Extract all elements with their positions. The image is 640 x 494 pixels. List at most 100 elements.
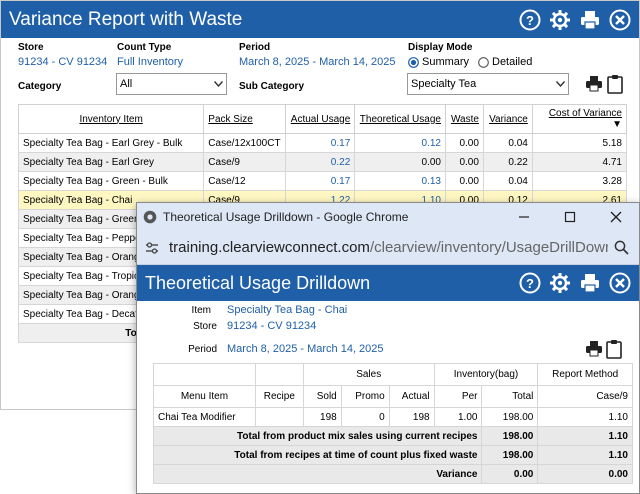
close-icon[interactable]	[607, 270, 633, 296]
cell-recipe	[254, 407, 304, 427]
print-icon[interactable]	[585, 75, 603, 93]
window-close-button[interactable]	[593, 203, 639, 231]
col-header-actual-usage[interactable]: Actual Usage	[284, 104, 356, 134]
chrome-icon	[143, 210, 157, 224]
cell-actual[interactable]: 0.17	[284, 133, 356, 153]
col-sold: Sold	[302, 385, 342, 408]
clipboard-icon[interactable]	[606, 339, 622, 359]
cell-cost: 4.71	[531, 152, 628, 172]
col-header-theoretical-usage[interactable]: Theoretical Usage	[354, 104, 446, 134]
table-row: Chai Tea Modifier 198 0 198 1.00 198.00 …	[153, 407, 633, 427]
cell-theoretical[interactable]: 0.12	[354, 133, 446, 153]
total-label: Total from product mix sales using curre…	[152, 426, 483, 446]
col-case: Case/9	[537, 385, 633, 408]
col-header-waste[interactable]: Waste	[444, 104, 484, 134]
cell-actual[interactable]: 0.22	[284, 152, 356, 172]
url-text[interactable]: training.clearviewconnect.com/clearview/…	[169, 239, 608, 256]
drilldown-titlebar: Theoretical Usage Drilldown ?	[137, 265, 639, 301]
col-header-pack-size[interactable]: Pack Size	[203, 104, 286, 134]
address-bar[interactable]: training.clearviewconnect.com/clearview/…	[137, 231, 639, 265]
category-select[interactable]: All	[116, 73, 227, 95]
count-type-value[interactable]: Full Inventory	[117, 56, 183, 68]
radio-selected-icon[interactable]	[408, 56, 419, 68]
table-row[interactable]: Specialty Tea Bag - Earl Grey - Bulk Cas…	[17, 133, 628, 153]
col-total: Total	[481, 385, 539, 408]
clipboard-icon[interactable]	[607, 74, 623, 94]
total-case: 1.10	[537, 426, 633, 446]
col-header-cost-of-variance[interactable]: Cost of Variance ▼	[531, 104, 628, 134]
table-row[interactable]: Specialty Tea Bag - Green - Bulk Case/12…	[17, 171, 628, 191]
group-header-row: Sales Inventory(bag) Report Method	[153, 363, 633, 386]
cell-theoretical: 0.00	[354, 152, 446, 172]
col-actual: Actual	[388, 385, 435, 408]
display-mode-label: Display Mode	[408, 42, 473, 53]
zoom-icon[interactable]	[608, 240, 639, 255]
period-value[interactable]: March 8, 2025 - March 14, 2025	[239, 56, 396, 68]
cell-total: 198.00	[481, 407, 539, 427]
cell-actual[interactable]: 0.17	[284, 171, 356, 191]
print-icon[interactable]	[585, 340, 603, 358]
total-value: 198.00	[481, 445, 539, 465]
total-label: Variance	[152, 464, 483, 484]
total-row-variance: Variance 0.00 0.00	[152, 464, 633, 484]
col-header-variance[interactable]: Variance	[482, 104, 533, 134]
column-header-row: Menu Item Recipe Sold Promo Actual Per T…	[153, 385, 633, 408]
detailed-radio[interactable]: Detailed	[478, 56, 532, 68]
drilldown-title: Theoretical Usage Drilldown	[145, 272, 371, 293]
help-icon[interactable]: ?	[517, 270, 543, 296]
col-header-inventory-item[interactable]: Inventory Item	[17, 104, 205, 134]
group-header-inventory: Inventory(bag)	[433, 363, 539, 386]
cell-item: Specialty Tea Bag - Earl Grey - Bulk	[17, 133, 205, 153]
category-label: Category	[18, 81, 62, 92]
group-header-report-method: Report Method	[537, 363, 633, 386]
cell-waste: 0.00	[444, 133, 484, 153]
cell-menu-item: Chai Tea Modifier	[153, 407, 256, 427]
gear-icon[interactable]	[547, 7, 573, 33]
drilldown-browser-window: Theoretical Usage Drilldown - Google Chr…	[136, 202, 640, 494]
cell-case: 1.10	[537, 407, 633, 427]
table-row[interactable]: Specialty Tea Bag - Earl Grey Case/9 0.2…	[17, 152, 628, 172]
cell-variance: 0.22	[482, 152, 533, 172]
help-icon[interactable]: ?	[517, 7, 543, 33]
sub-category-label: Sub Category	[239, 81, 305, 92]
period-label: Period	[239, 42, 271, 53]
site-info-icon[interactable]	[145, 241, 159, 255]
browser-titlebar: Theoretical Usage Drilldown - Google Chr…	[137, 203, 639, 231]
period-label: Period	[188, 344, 217, 355]
radio-unselected-icon[interactable]	[478, 56, 489, 68]
store-value[interactable]: 91234 - CV 91234	[18, 56, 107, 68]
total-value: 0.00	[481, 464, 539, 484]
col-recipe: Recipe	[254, 385, 304, 408]
sub-category-select[interactable]: Specialty Tea	[407, 73, 569, 95]
url-host: training.clearviewconnect.com	[169, 239, 370, 256]
cell-actual: 198	[388, 407, 435, 427]
browser-window-title: Theoretical Usage Drilldown - Google Chr…	[163, 210, 409, 224]
print-icon[interactable]	[577, 7, 603, 33]
total-value: 198.00	[481, 426, 539, 446]
maximize-button[interactable]	[547, 203, 593, 231]
minimize-button[interactable]	[501, 203, 547, 231]
drilldown-table: Sales Inventory(bag) Report Method Menu …	[152, 363, 633, 484]
cell-variance: 0.04	[482, 171, 533, 191]
cell-per: 1.00	[433, 407, 483, 427]
close-icon[interactable]	[607, 7, 633, 33]
print-icon[interactable]	[577, 270, 603, 296]
cell-sold: 198	[302, 407, 342, 427]
table-header-row: Inventory Item Pack Size Actual Usage Th…	[17, 104, 628, 134]
store-label: Store	[18, 42, 44, 53]
period-value[interactable]: March 8, 2025 - March 14, 2025	[227, 343, 384, 355]
store-value[interactable]: 91234 - CV 91234	[227, 320, 316, 332]
cell-theoretical[interactable]: 0.13	[354, 171, 446, 191]
summary-radio[interactable]: Summary	[408, 56, 469, 68]
total-row-recipes-at-count: Total from recipes at time of count plus…	[152, 445, 633, 465]
url-path: /clearview/inventory/UsageDrillDown...	[369, 239, 608, 256]
gear-icon[interactable]	[547, 270, 573, 296]
item-label: Item	[191, 305, 211, 316]
col-promo: Promo	[340, 385, 390, 408]
col-header-cost-of-variance-label: Cost of Variance	[548, 108, 622, 119]
cell-variance: 0.04	[482, 133, 533, 153]
total-label: Total from recipes at time of count plus…	[152, 445, 483, 465]
cell-item: Specialty Tea Bag - Green - Bulk	[17, 171, 205, 191]
group-header-blank	[153, 363, 256, 386]
item-value[interactable]: Specialty Tea Bag - Chai	[227, 304, 347, 316]
